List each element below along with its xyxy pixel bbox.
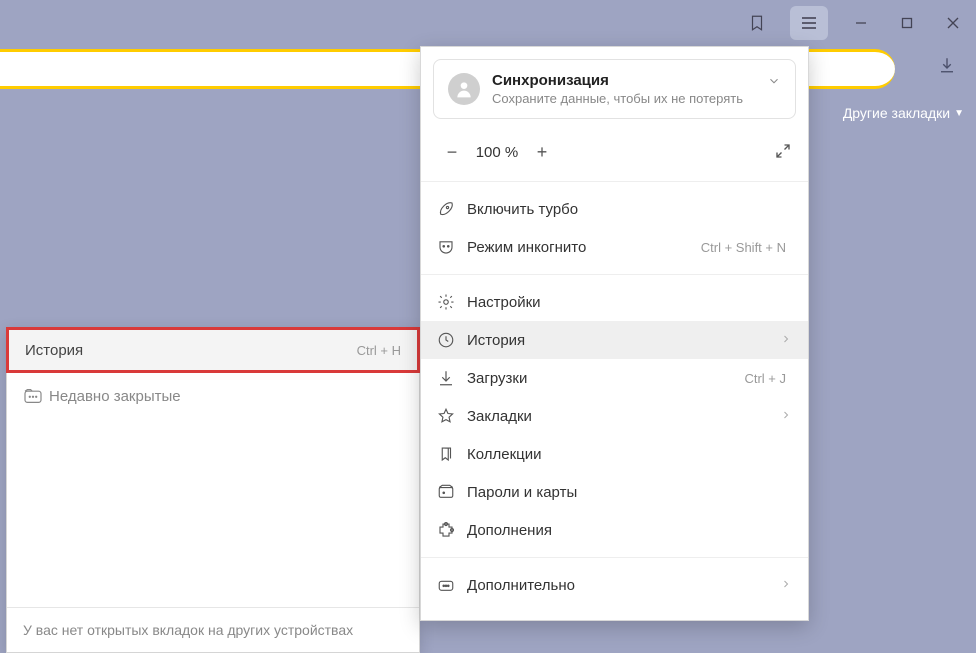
zoom-value: 100 %: [467, 144, 527, 161]
caret-down-icon: ▼: [954, 108, 964, 119]
sync-card[interactable]: Синхронизация Сохраните данные, чтобы их…: [433, 59, 796, 119]
minimize-button[interactable]: [838, 0, 884, 46]
history-submenu: История Ctrl + H Недавно закрытые У вас …: [6, 327, 420, 653]
menu-item-more[interactable]: Дополнительно: [421, 566, 808, 604]
collections-icon: [437, 445, 467, 463]
menu-item-downloads[interactable]: Загрузки Ctrl + J: [421, 359, 808, 397]
download-icon[interactable]: [938, 56, 956, 77]
maximize-button[interactable]: [884, 0, 930, 46]
menu-item-history[interactable]: История: [421, 321, 808, 359]
zoom-row: − 100 % +: [421, 131, 808, 182]
zoom-in-button[interactable]: +: [527, 137, 557, 167]
other-bookmarks-label: Другие закладки: [843, 105, 950, 121]
submenu-spacer: [7, 419, 419, 607]
history-shortcut: Ctrl + H: [357, 343, 401, 358]
menu-shortcut: Ctrl + Shift + N: [701, 240, 786, 255]
menu-label: История: [467, 332, 780, 349]
recently-closed-icon: [23, 388, 49, 404]
address-bar-right[interactable]: [809, 49, 895, 89]
menu-label: Включить турбо: [467, 201, 792, 218]
download-icon: [437, 369, 467, 387]
history-item[interactable]: История Ctrl + H: [6, 327, 420, 373]
avatar-icon: [448, 73, 480, 105]
puzzle-icon: [437, 521, 467, 539]
menu-item-incognito[interactable]: Режим инкогнито Ctrl + Shift + N: [421, 228, 808, 266]
close-button[interactable]: [930, 0, 976, 46]
menu-item-collections[interactable]: Коллекции: [421, 435, 808, 473]
history-label: История: [25, 342, 357, 359]
chevron-right-icon: [780, 408, 792, 425]
chevron-right-icon: [780, 577, 792, 594]
sync-title: Синхронизация: [492, 72, 743, 89]
menu-item-addons[interactable]: Дополнения: [421, 511, 808, 549]
menu-label: Дополнения: [467, 522, 792, 539]
chevron-down-icon: [767, 74, 781, 91]
submenu-footer: У вас нет открытых вкладок на других уст…: [7, 607, 419, 652]
other-bookmarks-button[interactable]: Другие закладки ▼: [843, 96, 964, 130]
address-bar-left[interactable]: [0, 49, 420, 89]
menu-item-bookmarks[interactable]: Закладки: [421, 397, 808, 435]
main-menu-button[interactable]: [790, 6, 828, 40]
sync-text: Синхронизация Сохраните данные, чтобы их…: [492, 72, 743, 106]
menu-group-2: Настройки История Загрузки Ctrl + J Закл…: [421, 275, 808, 558]
fullscreen-button[interactable]: [774, 142, 792, 163]
menu-item-turbo[interactable]: Включить турбо: [421, 190, 808, 228]
main-menu: Синхронизация Сохраните данные, чтобы их…: [420, 46, 809, 621]
star-icon: [437, 407, 467, 425]
submenu-footer-text: У вас нет открытых вкладок на других уст…: [23, 622, 353, 638]
menu-label: Дополнительно: [467, 577, 780, 594]
menu-item-passwords[interactable]: Пароли и карты: [421, 473, 808, 511]
gear-icon: [437, 293, 467, 311]
menu-label: Настройки: [467, 294, 792, 311]
sync-subtitle: Сохраните данные, чтобы их не потерять: [492, 91, 743, 106]
clock-icon: [437, 331, 467, 349]
menu-label: Загрузки: [467, 370, 744, 387]
recently-closed-item[interactable]: Недавно закрытые: [7, 373, 419, 419]
chevron-right-icon: [780, 332, 792, 349]
menu-label: Режим инкогнито: [467, 239, 701, 256]
menu-label: Пароли и карты: [467, 484, 792, 501]
menu-group-1: Включить турбо Режим инкогнито Ctrl + Sh…: [421, 182, 808, 275]
rocket-icon: [437, 200, 467, 218]
mask-icon: [437, 238, 467, 256]
zoom-out-button[interactable]: −: [437, 137, 467, 167]
menu-label: Закладки: [467, 408, 780, 425]
bookmark-icon[interactable]: [734, 0, 780, 46]
recently-closed-label: Недавно закрытые: [49, 388, 403, 405]
menu-label: Коллекции: [467, 446, 792, 463]
menu-item-settings[interactable]: Настройки: [421, 283, 808, 321]
card-icon: [437, 483, 467, 501]
menu-group-3: Дополнительно: [421, 558, 808, 612]
more-icon: [437, 576, 467, 594]
menu-shortcut: Ctrl + J: [744, 371, 786, 386]
window-titlebar: [0, 0, 976, 46]
